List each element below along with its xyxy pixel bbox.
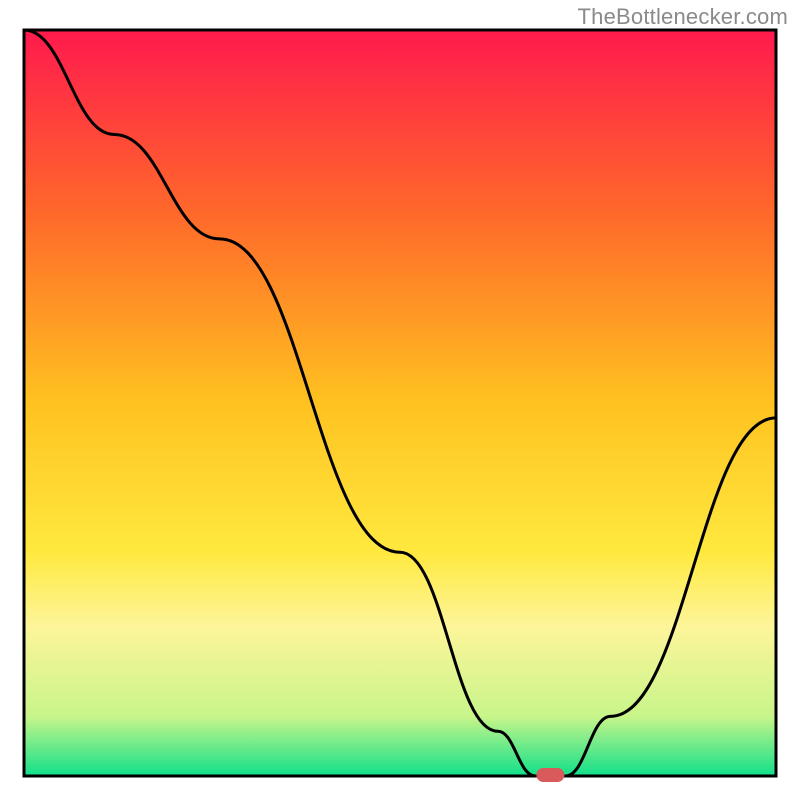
optimal-point-marker [536,768,564,782]
chart-svg [0,0,800,800]
bottleneck-chart: TheBottlenecker.com [0,0,800,800]
